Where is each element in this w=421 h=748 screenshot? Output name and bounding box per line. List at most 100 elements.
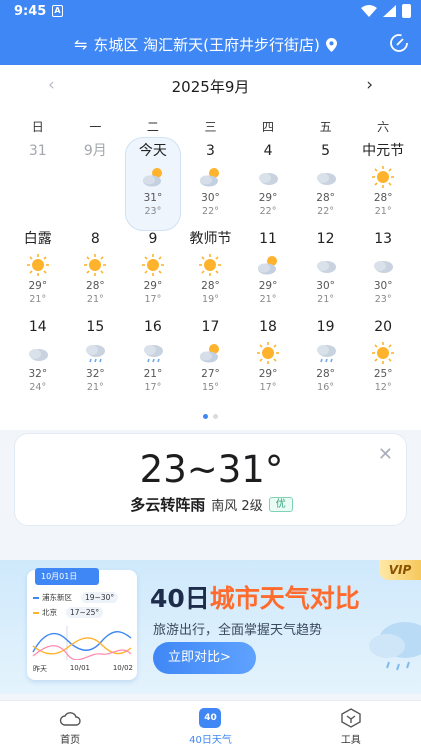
day-label: 12	[316, 231, 335, 247]
partly-cloudy-icon	[200, 344, 220, 363]
low-temp: 21°	[29, 294, 47, 305]
high-temp: 30°	[316, 280, 335, 292]
preview-axis: 昨天 10/01 10/02	[33, 664, 133, 674]
day-label: 9	[148, 231, 158, 247]
partly-cloudy-icon	[258, 256, 278, 275]
cloud-rain-icon	[369, 622, 421, 671]
calendar-day[interactable]: 12 30° 21°	[297, 229, 355, 317]
high-temp: 28°	[201, 280, 220, 292]
calendar-day[interactable]: 17 27° 15°	[182, 317, 240, 405]
low-temp: 22°	[202, 206, 219, 217]
calendar-day[interactable]: 8 28° 21°	[67, 229, 125, 317]
day-label: 20	[374, 319, 393, 335]
calendar-day[interactable]: 14 32° 24°	[9, 317, 67, 405]
high-temp: 28°	[316, 192, 335, 204]
calendar-day[interactable]: 13 30° 23°	[354, 229, 412, 317]
partly-cloudy-icon	[142, 168, 162, 187]
calendar-day[interactable]: 教师节 28° 19°	[182, 229, 240, 317]
preview-city: 浦东新区	[42, 593, 72, 602]
banner-subtitle: 旅游出行，全面掌握天气趋势	[153, 623, 323, 638]
day-label: 白露	[23, 231, 52, 247]
next-month-button[interactable]: ›	[366, 75, 373, 95]
calendar-day[interactable]: 16 21° 17°	[124, 317, 182, 405]
series-marker	[33, 611, 39, 614]
low-temp: 21°	[86, 382, 104, 393]
high-temp: 30°	[373, 280, 393, 292]
day-label: 14	[28, 319, 47, 335]
high-temp: 32°	[28, 368, 48, 380]
tab-40-day[interactable]: 40 40日天气	[140, 701, 280, 748]
promo-banner[interactable]: VIP 10月01日 浦东新区 19~30° 北京 17~25° 昨天 10/0…	[0, 560, 421, 694]
calendar-day[interactable]: 11 29° 21°	[239, 229, 297, 317]
weekday-label: 五	[319, 120, 332, 134]
low-temp: 17°	[144, 382, 162, 393]
location-label: 东城区 淘汇新天(王府井步行街店)	[93, 36, 320, 54]
calendar-day[interactable]: 中元节 28° 21°	[354, 141, 412, 229]
day-detail-card: ✕ 23~31° 多云转阵雨 南风 2级 优	[14, 433, 407, 526]
calendar-day[interactable]: 3 30° 22°	[182, 141, 240, 229]
high-temp: 29°	[258, 280, 278, 292]
preview-city-row: 浦东新区 19~30°	[33, 592, 119, 603]
high-temp: 25°	[373, 368, 393, 380]
status-bar: 9:45 A	[0, 0, 421, 24]
high-temp: 29°	[258, 192, 278, 204]
day-label: 4	[263, 143, 273, 159]
calendar-panel: 2025年9月 ‹ › 日 一 二 三 四 五 六 31 9月 今天 31° 23° 3 3…	[0, 65, 421, 430]
high-temp: 28°	[316, 368, 335, 380]
battery-icon	[402, 4, 411, 18]
calendar-day[interactable]: 白露 29° 21°	[9, 229, 67, 317]
calendar-day[interactable]: 15 32° 21°	[67, 317, 125, 405]
refresh-icon[interactable]	[389, 33, 409, 53]
cloud-home-icon	[59, 712, 81, 726]
compare-now-button[interactable]: 立即对比>	[153, 642, 256, 674]
day-label: 3	[206, 143, 215, 159]
low-temp: 12°	[374, 382, 392, 393]
calendar-day[interactable]: 9 29° 17°	[124, 229, 182, 317]
day-label: 19	[316, 319, 335, 335]
day-label: 11	[259, 231, 277, 247]
calendar-grid: 31 9月 今天 31° 23° 3 30° 22° 4 29° 22° 5 28° 22° 中元节 28° 2…	[9, 137, 412, 405]
cloudy-icon	[28, 349, 48, 361]
calendar-day[interactable]: 9月	[67, 141, 125, 229]
calendar-day-today[interactable]: 今天 31° 23°	[124, 137, 182, 231]
axis-label: 昨天	[33, 665, 47, 673]
preview-range: 19~30°	[81, 592, 119, 603]
rain-icon	[143, 345, 163, 363]
low-temp: 22°	[259, 206, 277, 217]
banner-title: 40日城市天气对比	[150, 579, 360, 615]
axis-label: 10/01	[69, 664, 90, 672]
cloudy-icon	[316, 173, 336, 185]
day-label: 13	[374, 231, 393, 247]
high-temp: 21°	[143, 368, 163, 380]
tab-home[interactable]: 首页	[0, 701, 140, 748]
high-temp: 29°	[143, 280, 163, 292]
calendar-day[interactable]: 31	[9, 141, 67, 229]
high-temp: 28°	[86, 280, 105, 292]
calendar-day[interactable]: 4 29° 22°	[239, 141, 297, 229]
day-label: 中元节	[362, 143, 405, 159]
series-marker	[33, 596, 39, 599]
tab-label: 首页	[60, 735, 81, 746]
tab-tools[interactable]: 工具	[281, 701, 421, 748]
calendar-day[interactable]: 19 28° 16°	[297, 317, 355, 405]
calendar-week-row: 14 32° 24° 15 32° 21° 16 21° 17° 17 27° 15° 18 29° 17°…	[9, 317, 412, 405]
low-temp: 23°	[374, 294, 392, 305]
partly-cloudy-icon	[200, 168, 220, 187]
calendar-day[interactable]: 20 25° 12°	[354, 317, 412, 405]
sunny-icon	[199, 254, 222, 276]
sunny-icon	[26, 254, 49, 276]
weekday-label: 三	[204, 120, 217, 134]
calendar-week-row: 31 9月 今天 31° 23° 3 30° 22° 4 29° 22° 5 28° 22° 中元节 28° 2…	[9, 137, 412, 231]
prev-month-button[interactable]: ‹	[48, 75, 55, 95]
preview-chart	[32, 626, 132, 660]
calendar-day[interactable]: 18 29° 17°	[239, 317, 297, 405]
location-pin-icon	[325, 37, 337, 52]
axis-label: 10/02	[112, 664, 133, 672]
calendar-day[interactable]: 5 28° 22°	[297, 141, 355, 229]
location-selector[interactable]: ⇋ 东城区 淘汇新天(王府井步行街店)	[74, 34, 337, 55]
day-label: 31	[28, 143, 47, 159]
day-label: 8	[90, 231, 100, 247]
low-temp: 17°	[259, 382, 277, 393]
clock: 9:45	[14, 4, 47, 19]
swap-icon: ⇋	[74, 35, 88, 54]
